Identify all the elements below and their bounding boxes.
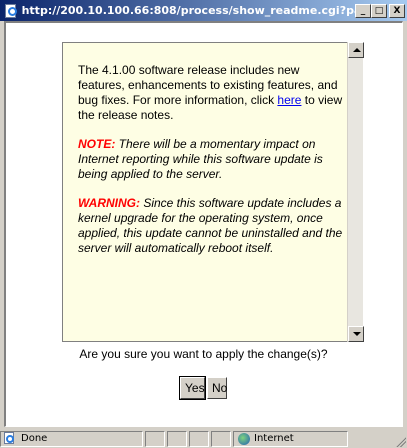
yes-button[interactable]: Yes — [179, 376, 206, 400]
window-controls: _ □ X — [355, 3, 405, 18]
readme-text: The 4.1.00 software release includes new… — [78, 63, 343, 270]
scroll-down-button[interactable] — [348, 326, 364, 342]
browser-popup-window: http://200.10.100.66:808/process/show_re… — [0, 0, 407, 448]
status-panel: Done — [0, 430, 143, 447]
release-notes-link[interactable]: here — [277, 93, 301, 107]
confirm-buttons: Yes No — [6, 376, 401, 400]
status-text: Done — [21, 433, 48, 444]
title-bar[interactable]: http://200.10.100.66:808/process/show_re… — [0, 0, 407, 21]
readme-box: The 4.1.00 software release includes new… — [62, 42, 363, 342]
scroll-up-button[interactable] — [348, 42, 364, 58]
minimize-button[interactable]: _ — [355, 3, 371, 18]
release-intro: The 4.1.00 software release includes new… — [78, 63, 343, 123]
close-button[interactable]: X — [389, 3, 405, 18]
arrow-down-icon — [353, 332, 361, 336]
ie-page-icon — [3, 432, 17, 445]
confirm-question: Are you sure you want to apply the chang… — [79, 347, 328, 361]
note-text: There will be a momentary impact on Inte… — [78, 137, 323, 181]
status-bar: Done Internet — [0, 429, 407, 448]
window-title: http://200.10.100.66:808/process/show_re… — [21, 4, 355, 17]
warning-label: WARNING: — [78, 196, 140, 210]
warning-paragraph: WARNING: Since this software update incl… — [78, 196, 343, 256]
no-button[interactable]: No — [207, 377, 227, 399]
arrow-up-icon — [353, 48, 361, 52]
page-content: The 4.1.00 software release includes new… — [4, 21, 403, 427]
status-panel-empty — [211, 430, 231, 447]
ie-page-icon — [3, 3, 19, 19]
note-label: NOTE: — [78, 137, 116, 151]
readme-scrollbar[interactable] — [347, 42, 364, 342]
resize-grip-icon[interactable] — [395, 436, 406, 447]
note-paragraph: NOTE: There will be a momentary impact o… — [78, 137, 343, 182]
maximize-button[interactable]: □ — [371, 3, 387, 18]
globe-icon — [238, 432, 250, 445]
security-zone-panel: Internet — [233, 430, 348, 447]
status-panel-empty — [189, 430, 209, 447]
zone-text: Internet — [254, 433, 294, 444]
status-panel-empty — [145, 430, 165, 447]
status-panel-empty — [167, 430, 187, 447]
